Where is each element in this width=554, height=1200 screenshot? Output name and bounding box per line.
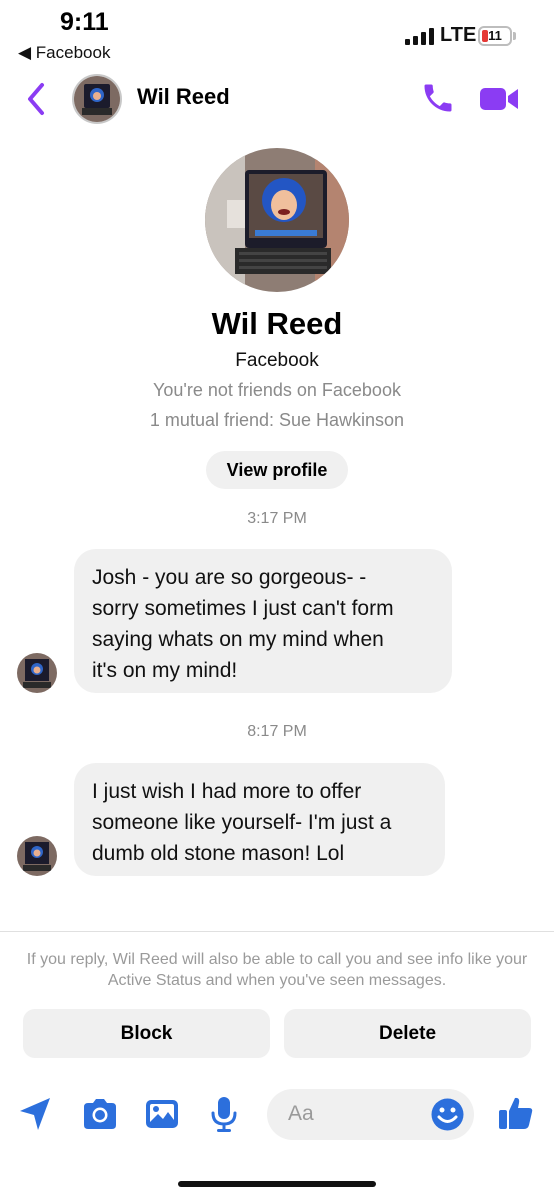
sender-avatar[interactable] <box>17 653 57 693</box>
mutual-friends: 1 mutual friend: Sue Hawkinson <box>149 410 405 430</box>
message-input-placeholder: Aa <box>288 1102 314 1125</box>
image-icon[interactable] <box>142 1094 182 1134</box>
sender-avatar[interactable] <box>17 836 57 876</box>
view-profile-button[interactable]: View profile <box>206 451 348 489</box>
profile-photo[interactable] <box>205 148 349 292</box>
profile-name: Wil Reed <box>211 306 343 341</box>
network-label: LTE <box>440 24 477 46</box>
message-line: someone like yourself- I'm just a <box>92 811 392 834</box>
message-line: sorry sometimes I just can't form <box>92 597 394 620</box>
back-to-app-link[interactable]: ◀ Facebook <box>18 43 110 63</box>
divider <box>0 931 554 932</box>
message-timestamp: 3:17 PM <box>247 510 307 527</box>
location-arrow-icon[interactable] <box>16 1094 56 1134</box>
microphone-icon[interactable] <box>204 1094 244 1134</box>
block-button[interactable]: Block <box>23 1009 270 1058</box>
status-time: 9:11 <box>60 8 109 36</box>
message-line: I just wish I had more to offer <box>92 780 362 803</box>
phone-icon[interactable] <box>420 80 456 116</box>
header-contact-name[interactable]: Wil Reed <box>137 84 230 110</box>
message-request-notice: If you reply, Wil Reed will also be able… <box>26 951 528 989</box>
delete-button[interactable]: Delete <box>284 1009 531 1058</box>
message-line: saying whats on my mind when <box>92 628 384 651</box>
camera-icon[interactable] <box>80 1094 120 1134</box>
header-avatar[interactable] <box>72 74 122 124</box>
message-bubble[interactable]: Josh - you are so gorgeous- - sorry some… <box>74 549 452 693</box>
message-line: Josh - you are so gorgeous- - <box>92 566 367 589</box>
message-timestamp: 8:17 PM <box>247 723 307 740</box>
friendship-status: You're not friends on Facebook <box>153 380 401 400</box>
video-camera-icon[interactable] <box>478 82 520 116</box>
profile-subtitle: Facebook <box>235 350 319 371</box>
signal-icon <box>405 28 434 45</box>
message-bubble[interactable]: I just wish I had more to offer someone … <box>74 763 445 876</box>
battery-level: 11 <box>488 28 502 43</box>
chevron-left-icon[interactable] <box>22 82 52 116</box>
emoji-icon[interactable] <box>430 1097 465 1132</box>
message-line: it's on my mind! <box>92 659 238 682</box>
thumbs-up-icon[interactable] <box>496 1093 536 1133</box>
home-indicator <box>178 1181 376 1187</box>
battery-icon: 11 <box>478 26 512 46</box>
message-line: dumb old stone mason! Lol <box>92 842 345 865</box>
battery-tip <box>513 32 516 40</box>
